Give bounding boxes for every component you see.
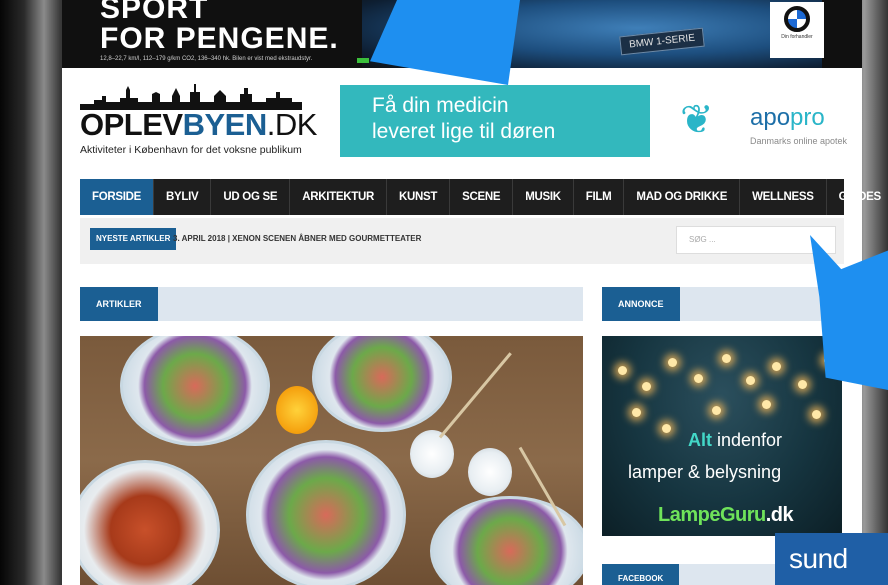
banner-headline: SPORT FOR PENGENE. [100, 0, 339, 54]
bmw-logo-icon [784, 6, 810, 32]
nav-item-ud-og-se[interactable]: UD OG SE [211, 179, 291, 215]
apopro-name-a: apo [750, 104, 791, 131]
food-bowl [80, 460, 220, 585]
lamp-bulb [772, 362, 781, 371]
logo-wordmark: OPLEVBYEN.DK [80, 108, 317, 142]
medicine-ad-line2: leveret lige til døren [372, 120, 556, 143]
dealer-text: Din forhandler [781, 34, 813, 40]
lamp-ad-line2: lamper & belysning [628, 462, 782, 482]
main-nav: FORSIDE BYLIV UD OG SE ARKITEKTUR KUNST … [80, 179, 881, 215]
site-logo[interactable]: OPLEVBYEN.DK Aktiviteter i København for… [80, 84, 317, 158]
lamp-bulb [632, 408, 641, 417]
banner-fine-print: 12,8–22,7 km/l, 112–179 g/km CO2, 136–34… [100, 56, 313, 62]
logo-part-dk: .DK [266, 107, 318, 142]
lamp-bulb [618, 366, 627, 375]
nav-item-byliv[interactable]: BYLIV [154, 179, 212, 215]
lampeguru-brand-a: LampeGuru [658, 504, 766, 526]
lamp-ad-line1-bold: Alt [688, 430, 712, 450]
nav-item-mad-og-drikke[interactable]: MAD OG DRIKKE [624, 179, 741, 215]
water-glass [468, 448, 512, 496]
lampeguru-logo: LampeGuru.dk [658, 504, 794, 527]
nav-item-wellness[interactable]: WELLNESS [740, 179, 827, 215]
lamp-bulb [662, 424, 671, 433]
featured-article-image[interactable] [80, 336, 583, 585]
facebook-tab: FACEBOOK [602, 564, 680, 585]
articles-tab: ARTIKLER [80, 287, 158, 321]
news-ticker: NYESTE ARTIKLER 3. APRIL 2018 | XENON SC… [80, 218, 844, 264]
lamp-ad-line1: Alt indenfor [688, 430, 782, 451]
nav-item-kunst[interactable]: KUNST [387, 179, 451, 215]
lamp-bulb [746, 376, 755, 385]
apopro-ad[interactable]: ❦ apopro Danmarks online apotek [680, 90, 862, 152]
apopro-subtitle: Danmarks online apotek [750, 136, 848, 146]
food-bowl [312, 336, 452, 432]
medicine-ad-line1: Få din medicin [372, 94, 509, 117]
website: OPLEVBYEN.DK Aktiviteter i København for… [62, 68, 881, 585]
food-bowl [246, 440, 406, 585]
ticker-news-link[interactable]: 3. APRIL 2018 | XENON SCENEN ÅBNER MED G… [173, 228, 421, 250]
lamp-bulb [722, 354, 731, 363]
juice-glass [276, 386, 318, 434]
lamp-ad-line1-rest: indenfor [712, 430, 783, 450]
annonce-tab: ANNONCE [602, 287, 680, 321]
sund-ad[interactable]: sund [775, 533, 888, 585]
apopro-name: apopro [750, 104, 825, 132]
bmw-logo-box: Din forhandler [770, 2, 824, 58]
banner-headline-line1: SPORT [100, 0, 209, 25]
articles-section-header: ARTIKLER [80, 287, 583, 321]
water-glass [410, 430, 454, 478]
banner-headline-line2: FOR PENGENE. [100, 22, 339, 55]
lampeguru-ad[interactable]: Alt indenfor lamper & belysning LampeGur… [602, 336, 842, 536]
car-model-label: BMW 1-SERIE [619, 27, 705, 56]
banner-indicator [357, 58, 369, 63]
apopro-name-b: pro [790, 104, 825, 131]
lamp-bulb [712, 406, 721, 415]
food-bowl [120, 336, 270, 446]
food-bowl [430, 496, 583, 585]
lamp-bulb [812, 410, 821, 419]
nav-item-forside[interactable]: FORSIDE [80, 179, 155, 215]
logo-part-oplev: OPLEV [80, 107, 183, 142]
logo-part-byen: BYEN [182, 107, 268, 142]
lamp-bulb [668, 358, 677, 367]
nav-item-musik[interactable]: MUSIK [513, 179, 574, 215]
lamp-bulb [694, 374, 703, 383]
nav-item-arkitektur[interactable]: ARKITEKTUR [290, 179, 387, 215]
apopro-logo-icon: ❦ [680, 98, 714, 142]
lamp-bulb [762, 400, 771, 409]
lamp-bulb [798, 380, 807, 389]
lamp-bulb [642, 382, 651, 391]
site-tagline: Aktiviteter i København for det voksne p… [80, 144, 302, 156]
nav-item-film[interactable]: FILM [574, 179, 625, 215]
nav-item-guides[interactable]: GUIDES [827, 179, 888, 215]
annonce-section-header: ANNONCE [602, 287, 842, 321]
ticker-label: NYESTE ARTIKLER [90, 228, 177, 250]
medicine-ad[interactable]: Få din medicin leveret lige til døren [340, 85, 650, 157]
nav-item-scene[interactable]: SCENE [450, 179, 514, 215]
lampeguru-brand-b: .dk [765, 504, 794, 526]
